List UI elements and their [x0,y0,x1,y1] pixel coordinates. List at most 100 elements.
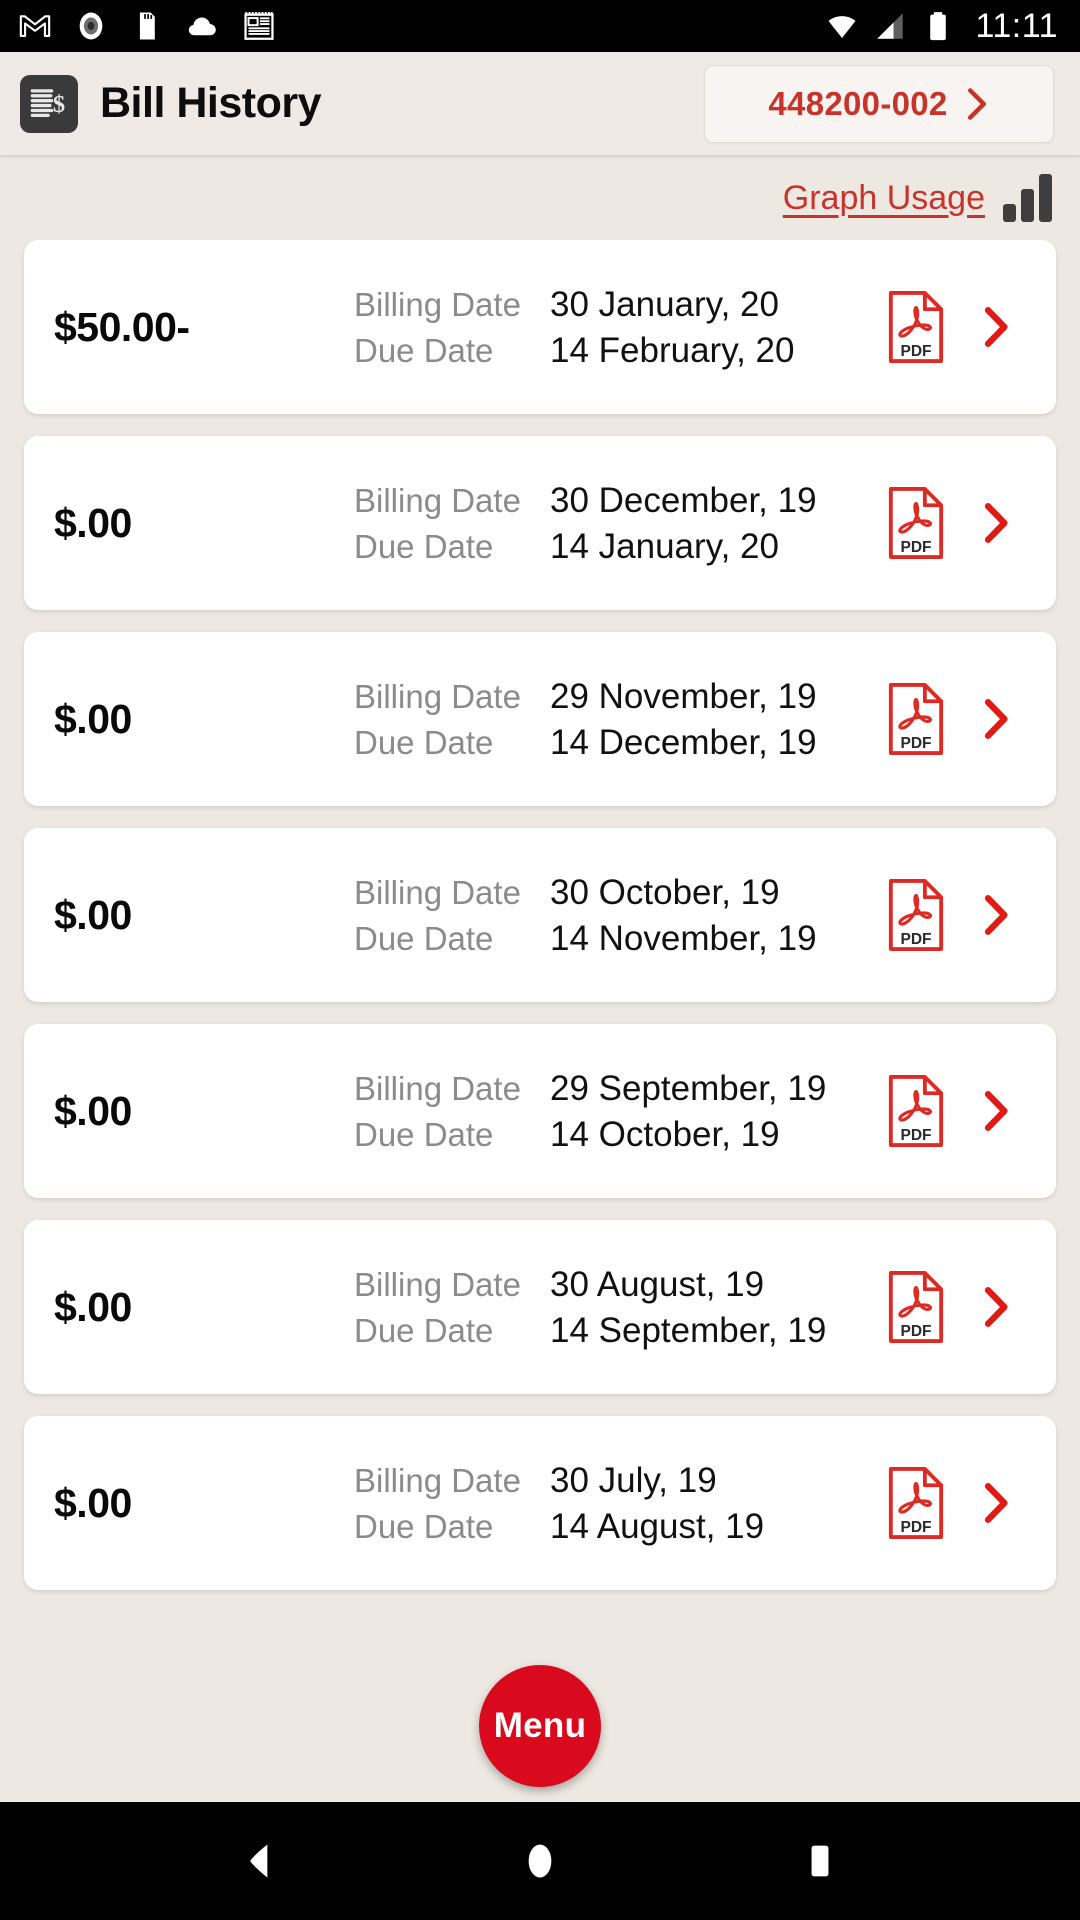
svg-text:PDF: PDF [900,343,931,360]
bill-detail-chevron[interactable] [964,698,1028,740]
chevron-right-icon[interactable] [981,894,1011,936]
due-date-line: Due Date 14 August, 19 [354,1507,868,1547]
pdf-download-button[interactable]: PDF [868,682,964,756]
bill-dates: Billing Date 29 November, 19 Due Date 14… [354,675,868,763]
due-date-line: Due Date 14 September, 19 [354,1311,868,1351]
due-date-label: Due Date [354,724,494,761]
bill-amount: $.00 [54,499,132,546]
pdf-download-button[interactable]: PDF [868,1074,964,1148]
billing-date-value: 30 October, 19 [550,873,780,912]
page-title: Bill History [100,79,322,127]
pdf-file-icon[interactable]: PDF [886,486,946,560]
pdf-file-icon[interactable]: PDF [886,878,946,952]
bill-card[interactable]: $.00 Billing Date 30 October, 19 Due Dat… [24,828,1056,1002]
pdf-file-icon[interactable]: PDF [886,682,946,756]
bill-card[interactable]: $50.00- Billing Date 30 January, 20 Due … [24,240,1056,414]
app-header: $ Bill History 448200-002 [0,52,1080,156]
due-date-line: Due Date 14 February, 20 [354,331,868,371]
due-date-value: 14 January, 20 [550,527,779,566]
due-date-value: 14 August, 19 [550,1507,765,1546]
nav-back-button[interactable] [215,1816,305,1906]
bill-card[interactable]: $.00 Billing Date 30 December, 19 Due Da… [24,436,1056,610]
status-bar: 11:11 [0,0,1080,52]
nav-home-button[interactable] [495,1816,585,1906]
wifi-icon [828,16,856,39]
cellular-signal-icon [877,13,904,39]
screen-record-icon [79,12,103,40]
cloud-icon [188,17,216,36]
chevron-right-icon[interactable] [981,698,1011,740]
billing-date-line: Billing Date 30 January, 20 [354,285,868,325]
bill-dates: Billing Date 30 July, 19 Due Date 14 Aug… [354,1459,868,1547]
svg-text:PDF: PDF [900,931,931,948]
billing-date-value: 29 September, 19 [550,1069,827,1108]
pdf-file-icon[interactable]: PDF [886,1466,946,1540]
graph-usage-link[interactable]: Graph Usage [783,179,985,218]
bill-card[interactable]: $.00 Billing Date 29 September, 19 Due D… [24,1024,1056,1198]
due-date-label: Due Date [354,920,494,957]
bill-card[interactable]: $.00 Billing Date 30 August, 19 Due Date… [24,1220,1056,1394]
pdf-file-icon[interactable]: PDF [886,290,946,364]
status-bar-left-icons [18,9,276,43]
billing-date-label: Billing Date [354,286,521,323]
bill-dates: Billing Date 29 September, 19 Due Date 1… [354,1067,868,1155]
bill-history-list: $50.00- Billing Date 30 January, 20 Due … [0,240,1080,1650]
bill-amount: $.00 [54,891,132,938]
bill-detail-chevron[interactable] [964,1090,1028,1132]
billing-date-label: Billing Date [354,1070,521,1107]
due-date-label: Due Date [354,528,494,565]
bill-amount: $.00 [54,1087,132,1134]
bill-dates: Billing Date 30 October, 19 Due Date 14 … [354,871,868,959]
pdf-download-button[interactable]: PDF [868,486,964,560]
pdf-download-button[interactable]: PDF [868,878,964,952]
billing-date-label: Billing Date [354,1462,521,1499]
nav-recents-button[interactable] [775,1816,865,1906]
pdf-download-button[interactable]: PDF [868,1270,964,1344]
bill-detail-chevron[interactable] [964,1286,1028,1328]
svg-text:PDF: PDF [900,1519,931,1536]
chevron-right-icon[interactable] [981,1090,1011,1132]
fab-area: Menu [0,1650,1080,1802]
billing-date-value: 29 November, 19 [550,677,817,716]
bill-card[interactable]: $.00 Billing Date 30 July, 19 Due Date 1… [24,1416,1056,1590]
bar-chart-icon[interactable] [1003,174,1052,222]
chevron-right-icon[interactable] [981,1482,1011,1524]
billing-date-line: Billing Date 29 November, 19 [354,677,868,717]
billing-date-line: Billing Date 29 September, 19 [354,1069,868,1109]
chevron-right-icon[interactable] [981,1286,1011,1328]
billing-date-label: Billing Date [354,678,521,715]
bill-detail-chevron[interactable] [964,1482,1028,1524]
bill-detail-chevron[interactable] [964,306,1028,348]
svg-text:PDF: PDF [900,1323,931,1340]
menu-fab-label: Menu [493,1706,587,1745]
pdf-file-icon[interactable]: PDF [886,1270,946,1344]
svg-text:PDF: PDF [900,539,931,556]
bill-amount: $.00 [54,695,132,742]
status-bar-right-icons: 11:11 [825,7,1058,46]
due-date-value: 14 October, 19 [550,1115,780,1154]
back-triangle-icon [250,1844,268,1878]
bill-detail-chevron[interactable] [964,894,1028,936]
due-date-label: Due Date [354,1508,494,1545]
chevron-right-icon[interactable] [981,306,1011,348]
bill-amount: $.00 [54,1479,132,1526]
bill-dates: Billing Date 30 August, 19 Due Date 14 S… [354,1263,868,1351]
pdf-download-button[interactable]: PDF [868,290,964,364]
status-bar-clock: 11:11 [975,6,1058,45]
chevron-right-icon[interactable] [981,502,1011,544]
android-navigation-bar [0,1802,1080,1920]
account-selector-button[interactable]: 448200-002 [704,64,1054,143]
due-date-line: Due Date 14 January, 20 [354,527,868,567]
svg-text:PDF: PDF [900,1127,931,1144]
account-number: 448200-002 [768,84,948,122]
bill-detail-chevron[interactable] [964,502,1028,544]
bill-document-icon: $ [20,74,78,133]
pdf-file-icon[interactable]: PDF [886,1074,946,1148]
bill-dates: Billing Date 30 January, 20 Due Date 14 … [354,283,868,371]
gmail-icon [19,15,51,37]
pdf-download-button[interactable]: PDF [868,1466,964,1540]
menu-fab-button[interactable]: Menu [479,1665,601,1787]
bill-card[interactable]: $.00 Billing Date 29 November, 19 Due Da… [24,632,1056,806]
battery-icon [930,12,947,41]
billing-date-line: Billing Date 30 August, 19 [354,1265,868,1305]
